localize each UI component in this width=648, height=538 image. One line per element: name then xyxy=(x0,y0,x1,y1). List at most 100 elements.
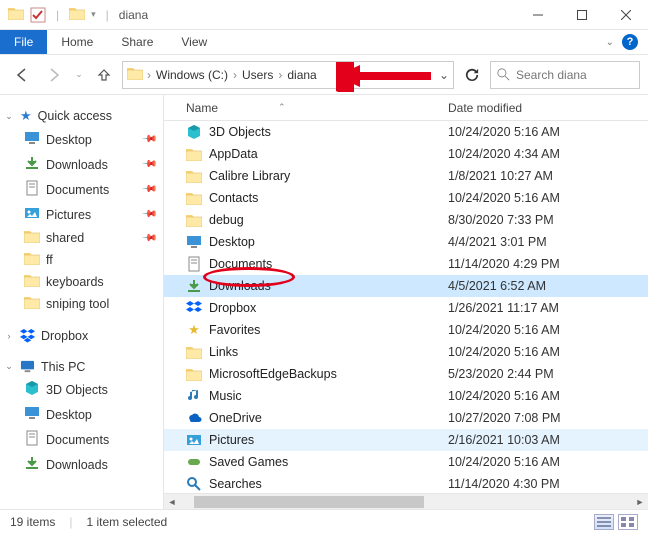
table-row[interactable]: debug8/30/2020 7:33 PM xyxy=(164,209,648,231)
forward-button[interactable] xyxy=(40,61,68,89)
file-icon xyxy=(186,168,202,184)
chevron-right-icon[interactable]: › xyxy=(231,68,239,82)
file-icon: ★ xyxy=(186,322,202,338)
sidebar-item[interactable]: Documents📌 xyxy=(0,177,163,202)
sidebar-item-label: Pictures xyxy=(46,208,91,222)
recent-chevron-icon[interactable]: ⌄ xyxy=(72,61,86,89)
scrollbar-thumb[interactable] xyxy=(194,496,424,508)
table-row[interactable]: Calibre Library 1/8/2021 10:27 AM xyxy=(164,165,648,187)
minimize-button[interactable] xyxy=(516,0,560,30)
horizontal-scrollbar[interactable]: ◄ ► xyxy=(164,493,648,509)
sidebar-item[interactable]: ff xyxy=(0,249,163,271)
dropbox-header[interactable]: › Dropbox xyxy=(0,325,163,346)
this-pc-header[interactable]: ⌄ This PC xyxy=(0,356,163,377)
sidebar-item[interactable]: keyboards xyxy=(0,271,163,293)
file-name: Contacts xyxy=(209,191,258,205)
divider: | xyxy=(69,515,72,529)
expand-ribbon-icon[interactable]: ⌄ xyxy=(606,37,614,48)
checkmark-icon[interactable] xyxy=(30,7,46,23)
chevron-right-icon[interactable]: › xyxy=(276,68,284,82)
file-name: MicrosoftEdgeBackups xyxy=(209,367,337,381)
file-name: 3D Objects xyxy=(209,125,271,139)
table-row[interactable]: ★Favorites10/24/2020 5:16 AM xyxy=(164,319,648,341)
sidebar-item[interactable]: 3D Objects xyxy=(0,377,163,402)
sidebar-item-label: Desktop xyxy=(46,408,92,422)
file-date: 1/8/2021 10:27 AM xyxy=(444,169,648,183)
tab-view[interactable]: View xyxy=(167,30,221,54)
scroll-left-icon[interactable]: ◄ xyxy=(164,494,180,509)
file-icon xyxy=(186,256,202,272)
table-row[interactable]: 3D Objects 10/24/2020 5:16 AM xyxy=(164,121,648,143)
table-row[interactable]: Contacts10/24/2020 5:16 AM xyxy=(164,187,648,209)
sidebar-item[interactable]: shared📌 xyxy=(0,227,163,249)
folder-icon xyxy=(24,180,40,199)
chevron-right-icon[interactable]: › xyxy=(4,331,14,341)
qat-chevron-icon[interactable]: ▾ xyxy=(91,9,96,20)
addressbar-chevron-icon[interactable]: ⌄ xyxy=(439,68,449,82)
help-icon[interactable]: ? xyxy=(622,34,638,50)
table-row[interactable]: AppData10/24/2020 4:34 AM xyxy=(164,143,648,165)
table-row[interactable]: Links10/24/2020 5:16 AM xyxy=(164,341,648,363)
sidebar-item[interactable]: Desktop xyxy=(0,402,163,427)
quick-access-header[interactable]: ⌄ ★ Quick access xyxy=(0,105,163,127)
file-date: 1/26/2021 11:17 AM xyxy=(444,301,648,315)
scroll-right-icon[interactable]: ► xyxy=(632,494,648,509)
tab-home[interactable]: Home xyxy=(47,30,107,54)
file-date: 10/24/2020 5:16 AM xyxy=(444,125,648,139)
back-button[interactable] xyxy=(8,61,36,89)
table-row[interactable]: MicrosoftEdgeBackups5/23/2020 2:44 PM xyxy=(164,363,648,385)
file-date: 10/24/2020 5:16 AM xyxy=(444,389,648,403)
sidebar-item-label: 3D Objects xyxy=(46,383,108,397)
folder-icon xyxy=(24,405,40,424)
column-header-name[interactable]: Name ⌃ xyxy=(164,101,444,115)
table-row[interactable]: Music10/24/2020 5:16 AM xyxy=(164,385,648,407)
table-row[interactable]: Dropbox1/26/2021 11:17 AM xyxy=(164,297,648,319)
folder-icon xyxy=(24,130,40,149)
thumbnails-view-button[interactable] xyxy=(618,514,638,530)
sidebar-item[interactable]: Downloads xyxy=(0,452,163,477)
table-row[interactable]: Pictures2/16/2021 10:03 AM xyxy=(164,429,648,451)
file-date: 10/27/2020 7:08 PM xyxy=(444,411,648,425)
file-date: 10/24/2020 5:16 AM xyxy=(444,323,648,337)
file-icon xyxy=(186,146,202,162)
maximize-button[interactable] xyxy=(560,0,604,30)
file-name: Links xyxy=(209,345,238,359)
table-row[interactable]: Searches11/14/2020 4:30 PM xyxy=(164,473,648,493)
tab-share[interactable]: Share xyxy=(107,30,167,54)
chevron-down-icon[interactable]: ⌄ xyxy=(4,111,14,122)
table-row[interactable]: Saved Games10/24/2020 5:16 AM xyxy=(164,451,648,473)
table-row[interactable]: Downloads4/5/2021 6:52 AM xyxy=(164,275,648,297)
details-view-button[interactable] xyxy=(594,514,614,530)
file-name: Calibre Library xyxy=(209,169,290,183)
file-date: 11/14/2020 4:29 PM xyxy=(444,257,648,271)
close-button[interactable] xyxy=(604,0,648,30)
sidebar-item[interactable]: Documents xyxy=(0,427,163,452)
sidebar-item-label: Downloads xyxy=(46,158,108,172)
breadcrumb-item[interactable]: diana xyxy=(284,68,319,82)
table-row[interactable]: Desktop4/4/2021 3:01 PM xyxy=(164,231,648,253)
chevron-down-icon[interactable]: ⌄ xyxy=(4,361,14,372)
folder-icon xyxy=(24,155,40,174)
navigation-pane[interactable]: ⌄ ★ Quick access Desktop📌Downloads📌Docum… xyxy=(0,95,164,509)
breadcrumb-item[interactable]: Users xyxy=(239,68,276,82)
table-row[interactable]: OneDrive10/27/2020 7:08 PM xyxy=(164,407,648,429)
folder-icon xyxy=(127,67,143,83)
column-header-date[interactable]: Date modified xyxy=(444,101,648,115)
sidebar-item-label: shared xyxy=(46,231,84,245)
file-date: 2/16/2021 10:03 AM xyxy=(444,433,648,447)
address-bar[interactable]: › Windows (C:) › Users › diana ⌄ xyxy=(122,61,454,89)
up-button[interactable] xyxy=(90,61,118,89)
file-date: 4/5/2021 6:52 AM xyxy=(444,279,648,293)
sidebar-item[interactable]: Desktop📌 xyxy=(0,127,163,152)
search-input[interactable]: Search diana xyxy=(490,61,640,89)
sidebar-item[interactable]: Pictures📌 xyxy=(0,202,163,227)
folder-icon xyxy=(24,230,40,246)
refresh-button[interactable] xyxy=(458,61,486,89)
file-tab[interactable]: File xyxy=(0,30,47,54)
sidebar-item[interactable]: sniping tool xyxy=(0,293,163,315)
table-row[interactable]: Documents11/14/2020 4:29 PM xyxy=(164,253,648,275)
sidebar-item[interactable]: Downloads📌 xyxy=(0,152,163,177)
breadcrumb-item[interactable]: Windows (C:) xyxy=(153,68,231,82)
chevron-right-icon[interactable]: › xyxy=(145,68,153,82)
file-icon xyxy=(186,234,202,250)
